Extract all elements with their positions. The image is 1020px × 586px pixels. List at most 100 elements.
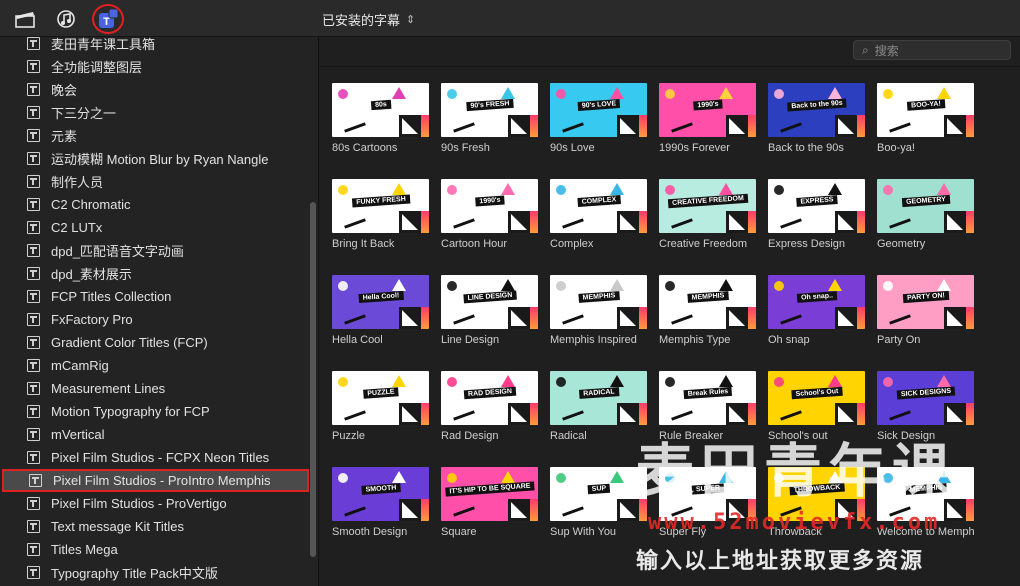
sidebar-item[interactable]: Typography Title Pack中文版	[0, 561, 310, 584]
sidebar-item[interactable]: Pixel Film Studios - ProVertigo	[0, 492, 310, 515]
sidebar-scrollbar[interactable]	[310, 202, 316, 557]
sidebar-item[interactable]: Titles Mega	[0, 538, 310, 561]
title-thumbnail[interactable]: GEOMETRY	[877, 179, 974, 233]
title-tile[interactable]: RAD DESIGN Rad Design	[441, 371, 538, 442]
title-tile[interactable]: MEMPHIS Memphis Type	[659, 275, 756, 346]
title-thumbnail[interactable]: 1990's	[441, 179, 538, 233]
title-tile[interactable]: EXPRESS Express Design	[768, 179, 865, 250]
title-thumbnail[interactable]: EXPRESS	[768, 179, 865, 233]
sidebar-item[interactable]: Pixel Film Studios - ProIntro Memphis	[2, 469, 309, 492]
title-tile[interactable]: MEMPHIS Memphis Inspired	[550, 275, 647, 346]
title-thumbnail[interactable]: LINE DESIGN	[441, 275, 538, 329]
title-tile[interactable]: SMOOTH Smooth Design	[332, 467, 429, 538]
decor-circle	[665, 377, 675, 387]
title-tile[interactable]: SUP Sup With You	[550, 467, 647, 538]
title-tile[interactable]: GEOMETRY Geometry	[877, 179, 974, 250]
title-tile[interactable]: 80s 80s Cartoons	[332, 83, 429, 154]
title-tile[interactable]: IT'S HIP TO BE SQUARE Square	[441, 467, 538, 538]
sidebar-item[interactable]: Motion Typography for FCP	[0, 400, 310, 423]
decor-line	[344, 122, 366, 133]
title-tile[interactable]: Oh snap.. Oh snap	[768, 275, 865, 346]
title-tile[interactable]: FUNKY FRESH Bring It Back	[332, 179, 429, 250]
browser-title-label: 已安装的字幕	[322, 13, 401, 28]
sidebar-item[interactable]: C2 Chromatic	[0, 193, 310, 216]
title-tile[interactable]: 1990's 1990s Forever	[659, 83, 756, 154]
title-thumbnail[interactable]: RAD DESIGN	[441, 371, 538, 425]
sidebar-item[interactable]: 全功能调整图层	[0, 55, 310, 78]
title-thumbnail[interactable]: Hella Cool!	[332, 275, 429, 329]
sidebar-item[interactable]: Text message Kit Titles	[0, 515, 310, 538]
title-thumbnail[interactable]: Oh snap..	[768, 275, 865, 329]
title-thumbnail[interactable]: RADICAL	[550, 371, 647, 425]
title-thumbnail[interactable]: SUP	[550, 467, 647, 521]
title-tile[interactable]: PARTY ON! Party On	[877, 275, 974, 346]
title-tile[interactable]: RADICAL Radical	[550, 371, 647, 442]
title-thumbnail[interactable]: 90's FRESH	[441, 83, 538, 137]
thumbnail-title-text: GEOMETRY	[901, 194, 950, 207]
sidebar-item[interactable]: 元素	[0, 124, 310, 147]
decor-line	[344, 506, 366, 517]
memphis-stripe	[966, 307, 974, 329]
title-tile[interactable]: CREATIVE FREEDOM Creative Freedom	[659, 179, 756, 250]
title-tile[interactable]: 1990's Cartoon Hour	[441, 179, 538, 250]
title-thumbnail[interactable]: 80s	[332, 83, 429, 137]
title-tile[interactable]: Back to the 90s Back to the 90s	[768, 83, 865, 154]
title-thumbnail[interactable]: 90's LOVE	[550, 83, 647, 137]
title-tile[interactable]: LINE DESIGN Line Design	[441, 275, 538, 346]
decor-triangle	[501, 471, 515, 483]
title-thumbnail[interactable]: IT'S HIP TO BE SQUARE	[441, 467, 538, 521]
title-tile[interactable]: 90's LOVE 90s Love	[550, 83, 647, 154]
decor-line	[453, 314, 475, 325]
sidebar-item[interactable]: Measurement Lines	[0, 377, 310, 400]
thumbnail-title-text: SICK DESIGNS	[896, 386, 955, 400]
title-thumbnail[interactable]: Break Rules	[659, 371, 756, 425]
sidebar-item-label: dpd_匹配语音文字动画	[51, 244, 184, 259]
decor-triangle	[392, 87, 406, 99]
sidebar-item[interactable]: Pixel Film Studios - FCPX Neon Titles	[0, 446, 310, 469]
clapper-icon[interactable]	[14, 8, 36, 30]
title-thumbnail[interactable]: FUNKY FRESH	[332, 179, 429, 233]
sidebar-item[interactable]: 麦田青年课工具箱	[0, 37, 310, 55]
sidebar-item[interactable]: dpd_匹配语音文字动画	[0, 239, 310, 262]
title-thumbnail[interactable]: 1990's	[659, 83, 756, 137]
sidebar-item[interactable]: Gradient Color Titles (FCP)	[0, 331, 310, 354]
pfs-badge-icon	[944, 403, 966, 425]
memphis-stripe	[421, 403, 429, 425]
sidebar-item[interactable]: mCamRig	[0, 354, 310, 377]
sidebar-item[interactable]: 晚会	[0, 78, 310, 101]
title-thumbnail[interactable]: PARTY ON!	[877, 275, 974, 329]
title-thumbnail[interactable]: COMPLEX	[550, 179, 647, 233]
title-tile[interactable]: COMPLEX Complex	[550, 179, 647, 250]
thumbnail-title-text: Back to the 90s	[786, 98, 847, 112]
title-tile[interactable]: Hella Cool! Hella Cool	[332, 275, 429, 346]
title-thumbnail[interactable]: CREATIVE FREEDOM	[659, 179, 756, 233]
decor-triangle	[392, 471, 406, 483]
title-thumbnail[interactable]: MEMPHIS	[659, 275, 756, 329]
title-thumbnail[interactable]: Back to the 90s	[768, 83, 865, 137]
title-thumbnail[interactable]: SICK DESIGNS	[877, 371, 974, 425]
sidebar-item[interactable]: 制作人员	[0, 170, 310, 193]
decor-triangle	[392, 183, 406, 195]
title-tile[interactable]: PUZZLE Puzzle	[332, 371, 429, 442]
sidebar-item[interactable]: mVertical	[0, 423, 310, 446]
browser-title[interactable]: 已安装的字幕 ⇕	[322, 10, 415, 29]
sidebar-item[interactable]: dpd_素材展示	[0, 262, 310, 285]
title-tile[interactable]: 90's FRESH 90s Fresh	[441, 83, 538, 154]
title-thumbnail[interactable]: School's Out	[768, 371, 865, 425]
sidebar-item[interactable]: 下三分之一	[0, 101, 310, 124]
category-sidebar: Typography Title Pack中文版 Titles Mega Text …	[0, 37, 319, 586]
pfs-badge-icon	[726, 211, 748, 233]
title-tile[interactable]: BOO-YA! Boo-ya!	[877, 83, 974, 154]
title-thumbnail[interactable]: MEMPHIS	[550, 275, 647, 329]
sidebar-item[interactable]: 运动模糊 Motion Blur by Ryan Nangle	[0, 147, 310, 170]
title-thumbnail[interactable]: BOO-YA!	[877, 83, 974, 137]
decor-circle	[556, 281, 566, 291]
sidebar-item[interactable]: FCP Titles Collection	[0, 285, 310, 308]
thumbnail-title-text: SMOOTH	[360, 482, 401, 495]
sidebar-item[interactable]: FxFactory Pro	[0, 308, 310, 331]
music-icon[interactable]	[55, 8, 77, 30]
search-field[interactable]: ⌕ 搜索	[853, 40, 1011, 60]
title-thumbnail[interactable]: SMOOTH	[332, 467, 429, 521]
title-thumbnail[interactable]: PUZZLE	[332, 371, 429, 425]
sidebar-item[interactable]: C2 LUTx	[0, 216, 310, 239]
